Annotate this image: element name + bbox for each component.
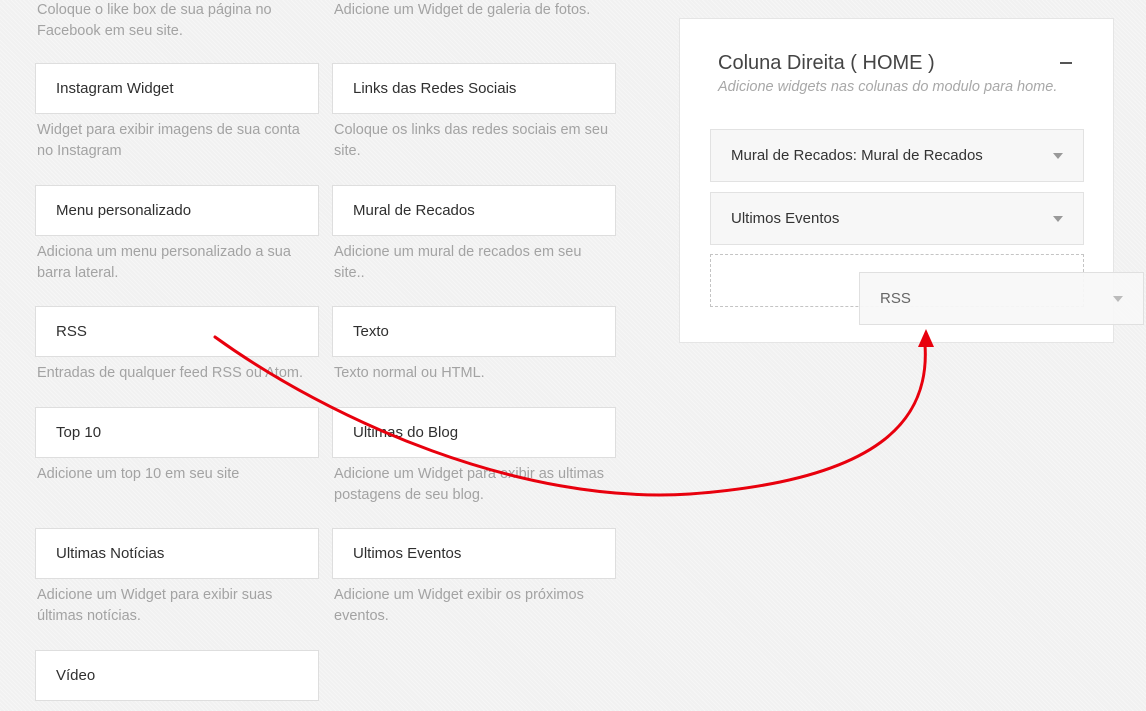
widget-desc: Adicione um mural de recados em seu site…	[334, 244, 582, 281]
widget-label: Vídeo	[56, 667, 96, 684]
widget-desc-facebook: Coloque o like box de sua página no Face…	[37, 2, 272, 39]
widget-label: Links das Redes Sociais	[353, 80, 517, 97]
widget-label: Ultimas do Blog	[353, 424, 459, 441]
widget-label: RSS	[56, 323, 87, 340]
widget-desc: Adicione um Widget exibir os próximos ev…	[334, 587, 584, 624]
sidebar-widget-label: Ultimos Eventos	[731, 210, 840, 227]
widget-desc: Adiciona um menu personalizado a sua bar…	[37, 244, 291, 281]
widget-ultimas-noticias[interactable]: Ultimas Notícias	[35, 528, 319, 579]
sidebar-widget-mural-de-recados[interactable]: Mural de Recados: Mural de Recados	[710, 129, 1084, 182]
widget-label: Mural de Recados	[353, 202, 475, 219]
widget-desc: Adicione um Widget para exibir suas últi…	[37, 587, 273, 624]
chevron-down-icon	[1113, 295, 1123, 302]
widget-desc: Coloque os links das redes sociais em se…	[334, 122, 609, 159]
widget-label: Texto	[353, 323, 389, 340]
widget-label: Top 10	[56, 424, 102, 441]
dragging-widget-rss[interactable]: RSS	[859, 272, 1144, 325]
widget-mural-de-recados[interactable]: Mural de Recados	[332, 185, 616, 236]
widget-links-redes-sociais[interactable]: Links das Redes Sociais	[332, 63, 616, 114]
widget-video[interactable]: Vídeo	[35, 650, 319, 701]
sidebar-widget-ultimos-eventos[interactable]: Ultimos Eventos	[710, 192, 1084, 245]
sidebar-title: Coluna Direita ( HOME )	[718, 52, 935, 74]
collapse-icon[interactable]	[1060, 62, 1072, 64]
widget-menu-personalizado[interactable]: Menu personalizado	[35, 185, 319, 236]
sidebar-subtitle: Adicione widgets nas colunas do modulo p…	[718, 79, 1058, 95]
widget-desc: Adicione um Widget para exibir as ultima…	[334, 466, 604, 503]
widget-label: Instagram Widget	[56, 80, 174, 97]
widget-ultimas-do-blog[interactable]: Ultimas do Blog	[332, 407, 616, 458]
widget-instagram[interactable]: Instagram Widget	[35, 63, 319, 114]
sidebar-widget-label: Mural de Recados: Mural de Recados	[731, 147, 983, 164]
chevron-down-icon[interactable]	[1053, 152, 1063, 159]
widget-label: Ultimos Eventos	[353, 545, 462, 562]
widget-desc: Widget para exibir imagens de sua conta …	[37, 122, 300, 159]
widget-texto[interactable]: Texto	[332, 306, 616, 357]
widget-ultimos-eventos[interactable]: Ultimos Eventos	[332, 528, 616, 579]
widget-label: Menu personalizado	[56, 202, 192, 219]
widget-top-10[interactable]: Top 10	[35, 407, 319, 458]
chevron-down-icon[interactable]	[1053, 215, 1063, 222]
widget-desc-galeria: Adicione um Widget de galeria de fotos.	[334, 2, 591, 18]
widget-desc: Entradas de qualquer feed RSS ou Atom.	[37, 365, 304, 381]
widget-desc: Adicione um top 10 em seu site	[37, 466, 240, 482]
available-widgets: Coloque o like box de sua página no Face…	[0, 0, 640, 711]
widget-rss[interactable]: RSS	[35, 306, 319, 357]
widget-desc: Texto normal ou HTML.	[334, 365, 485, 381]
dragging-widget-label: RSS	[880, 290, 911, 307]
widget-label: Ultimas Notícias	[56, 545, 165, 562]
